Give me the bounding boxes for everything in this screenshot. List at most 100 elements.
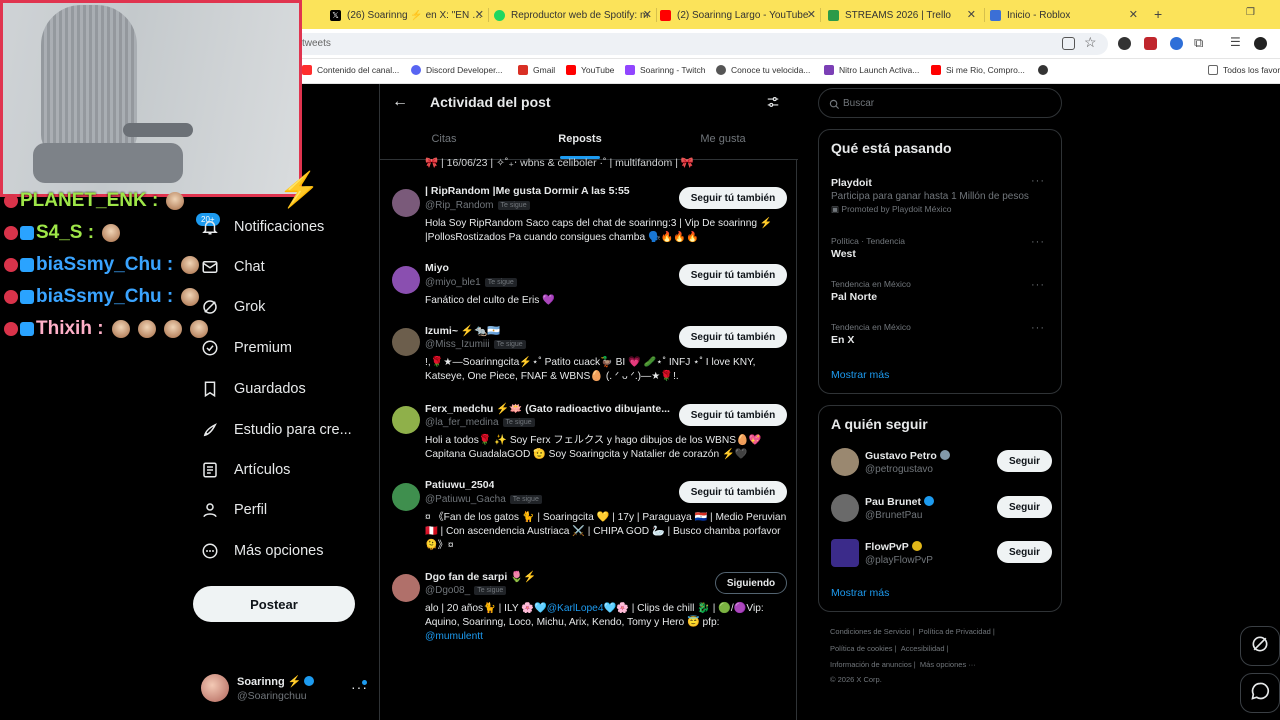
bookmark[interactable]: Conoce tu velocida... [716, 65, 810, 75]
bookmark[interactable]: YouTube [566, 65, 614, 75]
bookmark[interactable]: Si me Rio, Compro... [931, 65, 1025, 75]
close-tab-icon[interactable]: ✕ [475, 8, 484, 21]
footer-link[interactable]: Accesibilidad [901, 644, 945, 653]
mention-link[interactable]: @mumulentt [425, 631, 483, 642]
user-name[interactable]: Ferx_medchu ⚡🪷 (Gato radioactivo dibujan… [425, 402, 670, 415]
follow-back-button[interactable]: Seguir tú también [679, 326, 787, 348]
bookmark[interactable]: Nitro Launch Activa... [824, 65, 919, 75]
suggested-user[interactable]: FlowPvP @playFlowPvP Seguir [831, 539, 1053, 569]
suggested-user[interactable]: Pau Brunet @BrunetPau Seguir [831, 494, 1053, 524]
mention-link[interactable]: @KarlLope4 [547, 603, 604, 614]
trend-item[interactable]: Política · Tendencia West ··· [831, 236, 1051, 260]
avatar[interactable] [392, 406, 420, 434]
nav-premium[interactable]: Premium [200, 333, 292, 363]
browser-tab-roblox[interactable]: Inicio - Roblox ✕ [990, 4, 1142, 26]
bookmark[interactable]: Contenido del canal... [302, 65, 399, 75]
user-name[interactable]: | RipRandom |Me gusta Dormir A las 5:55 [425, 185, 630, 197]
footer-link[interactable]: Política de cookies [830, 644, 893, 653]
close-tab-icon[interactable]: ✕ [643, 8, 652, 21]
footer-link[interactable]: Condiciones de Servicio [830, 627, 910, 636]
more-icon[interactable]: ··· [1031, 236, 1045, 248]
avatar[interactable] [392, 483, 420, 511]
follow-back-button[interactable]: Seguir tú también [679, 404, 787, 426]
nav-notifications[interactable]: Notificaciones [200, 212, 324, 242]
extension-icon[interactable] [1118, 37, 1131, 50]
nav-chat[interactable]: Chat [200, 252, 265, 282]
user-name[interactable]: Izumi~ ⚡🐀🇦🇷 [425, 324, 500, 337]
bookmark[interactable]: Discord Developer... [411, 65, 503, 75]
user-name[interactable]: Miyo [425, 262, 449, 274]
footer-link[interactable]: Política de Privacidad [919, 627, 991, 636]
bookmark[interactable] [1038, 65, 1053, 75]
footer-link[interactable]: Información de anuncios [830, 660, 912, 669]
trend-item[interactable]: Playdoit Participa para ganar hasta 1 Mi… [831, 175, 1051, 215]
user-name[interactable]: Dgo fan de sarpi 🌷⚡ [425, 570, 536, 583]
user-name[interactable]: FlowPvP [865, 541, 922, 553]
follow-button[interactable]: Seguir [997, 496, 1052, 518]
more-icon[interactable]: ··· [1031, 175, 1045, 187]
grok-button[interactable] [1240, 626, 1280, 666]
user-name[interactable]: Pau Brunet [865, 496, 935, 508]
follow-back-button[interactable]: Seguir tú también [679, 481, 787, 503]
media-icon[interactable]: ☰ [1230, 35, 1241, 49]
search-input[interactable]: Buscar [818, 88, 1062, 118]
more-icon[interactable]: ··· [1031, 322, 1045, 334]
new-tab-icon[interactable]: + [1154, 6, 1162, 22]
follow-back-button[interactable]: Seguir tú también [679, 264, 787, 286]
avatar[interactable] [831, 494, 859, 522]
tab-quotes[interactable]: Citas [430, 133, 458, 145]
url-field[interactable]: tweets [292, 33, 1108, 55]
avatar[interactable] [201, 674, 229, 702]
nav-more-options[interactable]: Más opciones [200, 536, 323, 566]
avatar[interactable] [831, 448, 859, 476]
user-bio: Holi a todos🌹 ✨ Soy Ferx フェルクス y hago di… [425, 435, 762, 460]
nav-creator-studio[interactable]: Estudio para cre... [200, 415, 352, 445]
filter-icon[interactable] [766, 95, 780, 114]
nav-grok[interactable]: Grok [200, 292, 265, 322]
restore-window-icon[interactable]: ❐ [1246, 7, 1255, 18]
star-icon[interactable]: ☆ [1084, 34, 1097, 51]
tab-reposts[interactable]: Reposts [556, 133, 604, 145]
profile-icon[interactable] [1254, 37, 1267, 50]
extension-icon[interactable] [1170, 37, 1183, 50]
following-button[interactable]: Siguiendo [715, 572, 787, 594]
nav-profile[interactable]: Perfil [200, 495, 267, 525]
avatar[interactable] [831, 539, 859, 567]
browser-tab-spotify[interactable]: Reproductor web de Spotify: m ✕ [494, 4, 656, 26]
user-name[interactable]: Gustavo Petro [865, 450, 950, 462]
back-arrow-icon[interactable]: ← [392, 93, 408, 111]
post-button[interactable]: Postear [193, 586, 355, 622]
browser-tab-trello[interactable]: STREAMS 2026 | Trello ✕ [828, 4, 980, 26]
show-more-link[interactable]: Mostrar más [831, 587, 889, 599]
suggested-user[interactable]: Gustavo Petro @petrogustavo Seguir [831, 448, 1053, 478]
user-name[interactable]: Patiuwu_2504 [425, 479, 494, 491]
show-more-link[interactable]: Mostrar más [831, 369, 889, 381]
bookmark-folder[interactable]: Todos los favor [1208, 65, 1280, 75]
bookmark[interactable]: Gmail [518, 65, 555, 75]
avatar[interactable] [392, 328, 420, 356]
messages-button[interactable] [1240, 673, 1280, 713]
trend-item[interactable]: Tendencia en México Pal Norte ··· [831, 279, 1051, 303]
close-tab-icon[interactable]: ✕ [807, 8, 816, 21]
follow-button[interactable]: Seguir [997, 450, 1052, 472]
extension-icon[interactable] [1144, 37, 1157, 50]
close-tab-icon[interactable]: ✕ [967, 8, 976, 21]
follow-back-button[interactable]: Seguir tú también [679, 187, 787, 209]
avatar[interactable] [392, 574, 420, 602]
browser-tab-x[interactable]: 𝕏 (26) Soarinng ⚡ en X: "EN STR ✕ [330, 4, 488, 26]
install-app-icon[interactable] [1062, 37, 1075, 50]
follow-button[interactable]: Seguir [997, 541, 1052, 563]
footer-link[interactable]: Más opciones ··· [920, 660, 976, 669]
trend-item[interactable]: Tendencia en México En X ··· [831, 322, 1051, 346]
avatar[interactable] [392, 189, 420, 217]
puzzle-icon[interactable]: ⧉ [1194, 35, 1203, 51]
account-name[interactable]: Soarinng ⚡ [237, 675, 315, 688]
nav-articles[interactable]: Artículos [200, 455, 290, 485]
nav-bookmarks[interactable]: Guardados [200, 374, 306, 404]
close-tab-icon[interactable]: ✕ [1129, 8, 1138, 21]
bookmark[interactable]: Soarinng - Twitch [625, 65, 706, 75]
browser-tab-youtube[interactable]: (2) Soarinng Largo - YouTube ✕ [660, 4, 820, 26]
tab-likes[interactable]: Me gusta [698, 133, 748, 145]
avatar[interactable] [392, 266, 420, 294]
more-icon[interactable]: ··· [1031, 279, 1045, 291]
